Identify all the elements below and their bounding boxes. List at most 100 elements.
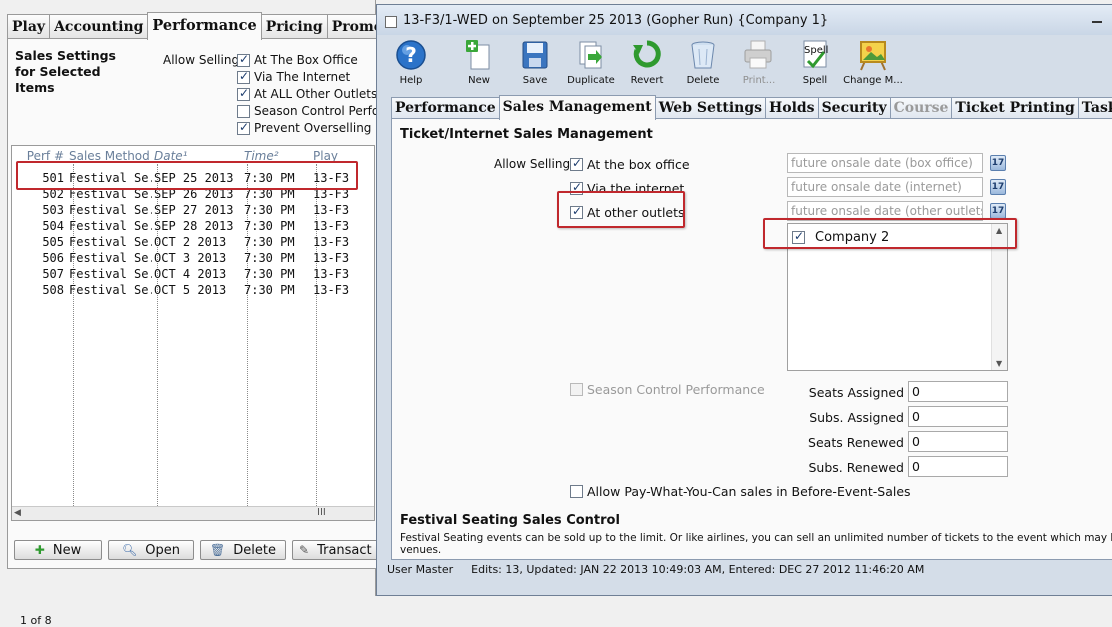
box-office-option[interactable]: At The Box Office bbox=[237, 52, 358, 67]
subs-assigned-input[interactable]: 0 bbox=[908, 406, 1008, 427]
cell-sales-method: Festival Se... bbox=[69, 283, 152, 297]
season-control-checkbox[interactable] bbox=[570, 383, 583, 396]
festival-description-line: Festival Seating events can be sold up t… bbox=[400, 532, 1112, 544]
tab-performance[interactable]: Performance bbox=[391, 97, 500, 119]
outlets-onsale-date-input[interactable]: future onsale date (other outlets) bbox=[787, 201, 983, 221]
transaction-icon: ✎ bbox=[299, 543, 310, 557]
pay-what-you-can-option[interactable]: Allow Pay-What-You-Can sales in Before-E… bbox=[570, 484, 911, 499]
seats-assigned-input[interactable]: 0 bbox=[908, 381, 1008, 402]
season-control-option[interactable]: Season Control Perfo bbox=[237, 104, 379, 118]
cell-play: 13-F3 bbox=[313, 219, 350, 233]
open-button-label: Open bbox=[145, 542, 180, 558]
save-button[interactable]: Save bbox=[507, 37, 563, 89]
tab-ticket-printing[interactable]: Ticket Printing bbox=[951, 97, 1079, 119]
help-button[interactable]: ? Help bbox=[383, 37, 439, 89]
tab-play[interactable]: Play bbox=[7, 14, 51, 40]
table-row[interactable]: 508 Festival Se...OCT 5 2013 7:30 PM 13-F3 bbox=[12, 282, 374, 298]
all-outlets-option[interactable]: At ALL Other Outlets bbox=[237, 86, 378, 101]
tab-sales-management[interactable]: Sales Management bbox=[498, 95, 656, 120]
allow-selling-label: Allow Selling bbox=[163, 53, 240, 67]
cell-time: 7:30 PM bbox=[244, 171, 295, 185]
scroll-down-icon[interactable]: ▼ bbox=[996, 359, 1002, 368]
tab-web-settings[interactable]: Web Settings bbox=[654, 97, 766, 119]
box-office-checkbox[interactable] bbox=[237, 52, 250, 67]
tab-tasks[interactable]: Tasks bbox=[1077, 97, 1112, 119]
cell-perf: 501 bbox=[42, 171, 64, 185]
cell-time: 7:30 PM bbox=[244, 283, 295, 297]
revert-button[interactable]: Revert bbox=[619, 37, 675, 89]
transact-button[interactable]: ✎ Transact bbox=[292, 540, 378, 560]
column-header-sales-method[interactable]: Sales Method bbox=[67, 148, 152, 164]
new-record-button[interactable]: New bbox=[451, 37, 507, 89]
table-row[interactable]: 501 Festival Se...SEP 25 2013 7:30 PM 13-F3 bbox=[12, 170, 374, 186]
new-button[interactable]: ✚ New bbox=[14, 540, 102, 560]
seats-renewed-label: Seats Renewed bbox=[808, 435, 904, 450]
window-icon[interactable] bbox=[385, 16, 397, 28]
table-row[interactable]: 506 Festival Se...OCT 3 2013 7:30 PM 13-F3 bbox=[12, 250, 374, 266]
table-row[interactable]: 507 Festival Se...OCT 4 2013 7:30 PM 13-F3 bbox=[12, 266, 374, 282]
all-outlets-checkbox[interactable] bbox=[237, 86, 250, 101]
column-header-play[interactable]: Play bbox=[311, 148, 371, 164]
internet-label: Via The Internet bbox=[254, 70, 351, 84]
tab-accounting[interactable]: Accounting bbox=[49, 14, 149, 40]
prevent-overselling-checkbox[interactable] bbox=[237, 120, 250, 135]
horizontal-scrollbar[interactable]: ◀ III bbox=[12, 506, 374, 520]
scroll-left-icon[interactable]: ◀ bbox=[14, 508, 21, 518]
table-row[interactable]: 504 Festival Se...SEP 28 2013 7:30 PM 13-F3 bbox=[12, 218, 374, 234]
column-header-time[interactable]: Time² bbox=[242, 148, 311, 164]
tab-pricing[interactable]: Pricing bbox=[260, 14, 328, 40]
minimize-icon[interactable] bbox=[1090, 13, 1104, 23]
cell-time: 7:30 PM bbox=[244, 187, 295, 201]
column-header-date[interactable]: Date¹ bbox=[152, 148, 242, 164]
tab-performance[interactable]: Performance bbox=[147, 12, 262, 40]
at-box-office-option[interactable]: At the box office bbox=[570, 156, 690, 172]
table-row[interactable]: 502 Festival Se...SEP 26 2013 7:30 PM 13-F3 bbox=[12, 186, 374, 202]
at-other-outlets-checkbox[interactable] bbox=[570, 204, 583, 219]
tab-course[interactable]: Course bbox=[889, 97, 953, 119]
change-button[interactable]: Change M... bbox=[843, 37, 903, 89]
scroll-up-icon[interactable]: ▲ bbox=[996, 226, 1002, 235]
print-button[interactable]: Print... bbox=[731, 37, 787, 89]
column-header-perf[interactable]: Perf # bbox=[12, 148, 67, 164]
tab-security[interactable]: Security bbox=[817, 97, 891, 119]
prevent-overselling-option[interactable]: Prevent Overselling bbox=[237, 120, 371, 135]
company-2-checkbox[interactable] bbox=[792, 229, 805, 244]
subs-renewed-input[interactable]: 0 bbox=[908, 456, 1008, 477]
season-control-checkbox[interactable] bbox=[237, 104, 250, 118]
pay-what-you-can-checkbox[interactable] bbox=[570, 485, 583, 498]
vertical-scrollbar[interactable]: ▲ ▼ bbox=[991, 224, 1007, 370]
table-row[interactable]: 503 Festival Se...SEP 27 2013 7:30 PM 13-F3 bbox=[12, 202, 374, 218]
at-other-outlets-label: At other outlets bbox=[587, 205, 685, 220]
calendar-icon[interactable]: 17 bbox=[990, 203, 1006, 219]
via-internet-checkbox[interactable] bbox=[570, 180, 583, 195]
season-control-option[interactable]: Season Control Performance bbox=[570, 382, 765, 397]
delete-button[interactable]: 🗑︎ Delete bbox=[200, 540, 286, 560]
duplicate-button[interactable]: Duplicate bbox=[563, 37, 619, 89]
delete-record-button[interactable]: Delete bbox=[675, 37, 731, 89]
box-office-onsale-date-input[interactable]: future onsale date (box office) bbox=[787, 153, 983, 173]
cell-time: 7:30 PM bbox=[244, 219, 295, 233]
calendar-icon[interactable]: 17 bbox=[990, 155, 1006, 171]
outlet-list[interactable]: Company 2 ▲ ▼ bbox=[787, 223, 1008, 371]
seats-renewed-input[interactable]: 0 bbox=[908, 431, 1008, 452]
table-row[interactable]: 505 Festival Se...OCT 2 2013 7:30 PM 13-F3 bbox=[12, 234, 374, 250]
internet-checkbox[interactable] bbox=[237, 69, 250, 84]
spell-button[interactable]: Spell Spell bbox=[787, 37, 843, 89]
status-edits: Edits: 13, Updated: JAN 22 2013 10:49:03… bbox=[471, 563, 925, 576]
tab-holds[interactable]: Holds bbox=[765, 97, 819, 119]
performance-table[interactable]: Perf # Sales Method Date¹ Time² Play 501… bbox=[11, 145, 375, 521]
title-bar[interactable]: 13-F3/1-WED on September 25 2013 (Gopher… bbox=[377, 5, 1112, 35]
all-outlets-label: At ALL Other Outlets bbox=[254, 87, 378, 101]
at-box-office-checkbox[interactable] bbox=[570, 156, 583, 171]
internet-option[interactable]: Via The Internet bbox=[237, 69, 351, 84]
scroll-grip-icon[interactable]: III bbox=[317, 507, 326, 518]
outlet-item-company-2[interactable]: Company 2 bbox=[792, 229, 889, 245]
via-internet-option[interactable]: Via the internet bbox=[570, 180, 684, 196]
open-button[interactable]: 🔍︎ Open bbox=[108, 540, 194, 560]
table-header: Perf # Sales Method Date¹ Time² Play bbox=[12, 148, 374, 164]
at-other-outlets-option[interactable]: At other outlets bbox=[570, 204, 685, 220]
cell-time: 7:30 PM bbox=[244, 235, 295, 249]
magnifier-icon: 🔍︎ bbox=[122, 543, 138, 557]
calendar-icon[interactable]: 17 bbox=[990, 179, 1006, 195]
internet-onsale-date-input[interactable]: future onsale date (internet) bbox=[787, 177, 983, 197]
